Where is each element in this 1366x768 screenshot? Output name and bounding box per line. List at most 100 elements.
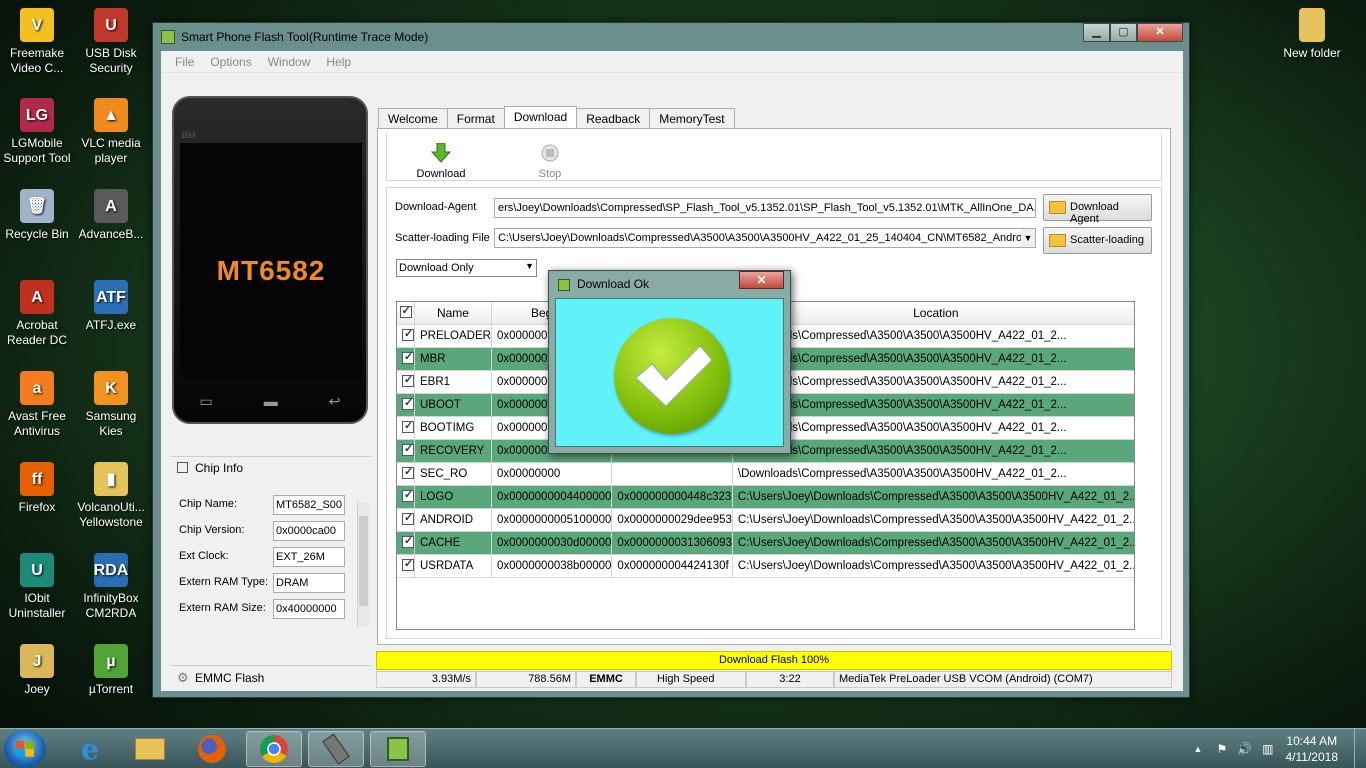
desktop-icon[interactable]: RDA InfinityBox CM2RDA	[73, 553, 149, 621]
menu-window[interactable]: Window	[260, 51, 319, 72]
taskbar-phone-tool[interactable]	[308, 731, 364, 767]
table-row[interactable]: CACHE0x0000000030d000000x000000003130609…	[397, 531, 1134, 555]
desktop-icon-label: USB Disk Security	[85, 46, 137, 75]
chip-version-value[interactable]: 0x0000ca00	[273, 521, 345, 541]
row-checkbox[interactable]	[397, 370, 415, 394]
minimize-button[interactable]: ▁	[1083, 23, 1110, 42]
download-mode-select[interactable]: Download Only ▼	[396, 259, 537, 277]
window-title: Smart Phone Flash Tool(Runtime Trace Mod…	[181, 30, 429, 44]
close-button[interactable]: ✕	[1137, 23, 1183, 42]
scrollbar-thumb[interactable]	[359, 516, 368, 606]
cell-name: BOOTIMG	[414, 416, 492, 440]
clock[interactable]: 10:44 AM 4/11/2018	[1286, 733, 1339, 765]
desktop-icon[interactable]: U USB Disk Security	[73, 8, 149, 76]
desktop-icon-label: µTorrent	[88, 682, 134, 696]
cell-loc: \Downloads\Compressed\A3500\A3500\A3500H…	[732, 370, 1134, 394]
tab-memorytest[interactable]: MemoryTest	[649, 108, 735, 129]
desktop-icon[interactable]: ▮ VolcanoUti... Yellowstone	[73, 462, 149, 530]
menu-file[interactable]: File	[167, 51, 202, 72]
column-header-location[interactable]: Location	[732, 302, 1134, 325]
chip-name-value[interactable]: MT6582_S00	[273, 495, 345, 515]
desktop-icon[interactable]: J Joey	[0, 644, 75, 697]
row-checkbox[interactable]	[397, 439, 415, 463]
dialog-body	[555, 298, 784, 447]
tab-welcome[interactable]: Welcome	[378, 108, 448, 129]
cell-begin: 0x0000000005100000	[491, 508, 613, 532]
network-icon[interactable]: ▥	[1262, 742, 1273, 756]
vlc-icon: ▲	[94, 98, 128, 132]
table-row[interactable]: ANDROID0x00000000051000000x0000000029dee…	[397, 508, 1134, 532]
window-titlebar[interactable]: Smart Phone Flash Tool(Runtime Trace Mod…	[153, 23, 1189, 51]
desktop-icon[interactable]: ff Firefox	[0, 462, 75, 515]
column-header-name[interactable]: Name	[414, 302, 492, 325]
chip-version-row: Chip Version: 0x0000ca00	[179, 521, 359, 541]
start-button[interactable]	[4, 730, 46, 768]
table-row[interactable]: SEC_RO0x00000000 \Downloads\Compressed\A3…	[397, 462, 1134, 486]
desktop-icon[interactable]: U IObit Uninstaller	[0, 553, 75, 621]
cell-begin: 0x0000000038b00000	[491, 554, 613, 578]
scatter-path[interactable]: C:\Users\Joey\Downloads\Compressed\A3500…	[494, 228, 1036, 248]
taskbar-file-explorer[interactable]	[122, 731, 178, 767]
action-center-icon[interactable]: ⚑	[1216, 742, 1227, 756]
select-all-checkbox[interactable]	[397, 302, 415, 325]
utorrent-icon: µ	[94, 644, 128, 678]
dialog-title: Download Ok	[577, 277, 650, 291]
chip-info-header[interactable]: Chip Info	[171, 457, 371, 479]
desktop-icon[interactable]: a Avast Free Antivirus	[0, 371, 75, 439]
row-checkbox[interactable]	[397, 393, 415, 417]
tab-readback[interactable]: Readback	[576, 108, 651, 129]
desktop-icon[interactable]: K Samsung Kies	[73, 371, 149, 439]
ram-size-value[interactable]: 0x40000000	[273, 599, 345, 619]
menu-help[interactable]: Help	[318, 51, 359, 72]
show-desktop-button[interactable]	[1354, 729, 1366, 768]
ram-type-value[interactable]: DRAM	[273, 573, 345, 593]
download-tool-button[interactable]: Download	[409, 142, 473, 180]
desktop-icon[interactable]: ▲ VLC media player	[73, 98, 149, 166]
row-checkbox[interactable]	[397, 347, 415, 371]
row-checkbox[interactable]	[397, 554, 415, 578]
table-row[interactable]: LOGO0x00000000044000000x000000000448c323…	[397, 485, 1134, 509]
row-checkbox[interactable]	[397, 462, 415, 486]
row-checkbox[interactable]	[397, 485, 415, 509]
row-checkbox[interactable]	[397, 531, 415, 555]
stop-tool-label: Stop	[538, 168, 562, 180]
emmc-flash-header[interactable]: ⚙ EMMC Flash	[171, 665, 371, 687]
desktop-icon-label: VLC media player	[81, 136, 141, 165]
desktop-icon-new-folder[interactable]: New folder	[1274, 8, 1350, 61]
stop-tool-button[interactable]: Stop	[525, 143, 575, 180]
volume-icon[interactable]: 🔊	[1237, 742, 1252, 756]
chevron-down-icon[interactable]: ▼	[1021, 229, 1035, 247]
row-checkbox[interactable]	[397, 324, 415, 348]
scatter-loading-button[interactable]: Scatter-loading	[1043, 227, 1152, 254]
desktop-icon[interactable]: µ µTorrent	[73, 644, 149, 697]
menu-options[interactable]: Options	[202, 51, 259, 72]
download-agent-button[interactable]: Download Agent	[1043, 194, 1152, 225]
cell-loc: C:\Users\Joey\Downloads\Compressed\A3500…	[732, 508, 1134, 532]
desktop-icon[interactable]: LG LGMobile Support Tool	[0, 98, 75, 166]
chip-info-icon	[177, 462, 188, 473]
chip-info-scrollbar[interactable]	[357, 502, 369, 627]
download-agent-path[interactable]: ers\Joey\Downloads\Compressed\SP_Flash_T…	[494, 198, 1036, 218]
table-row[interactable]: USRDATA0x0000000038b000000x0000000044241…	[397, 554, 1134, 578]
taskbar-internet-explorer[interactable]: e	[62, 731, 118, 767]
ram-type-label: Extern RAM Type:	[179, 576, 269, 588]
maximize-button[interactable]: ▢	[1110, 23, 1137, 42]
desktop-icon[interactable]: A AdvanceB...	[73, 189, 149, 242]
row-checkbox[interactable]	[397, 508, 415, 532]
taskbar-flash-tool[interactable]	[370, 731, 426, 767]
tab-format[interactable]: Format	[446, 108, 505, 129]
row-checkbox[interactable]	[397, 416, 415, 440]
phone-nav-keys: ▭ ▬ ↩	[174, 393, 366, 410]
desktop-icon[interactable]: V Freemake Video C...	[0, 8, 75, 76]
show-hidden-icons-icon[interactable]: ▲	[1194, 744, 1203, 754]
desktop-icon[interactable]: 🗑 Recycle Bin	[0, 189, 75, 242]
taskbar-firefox[interactable]	[184, 731, 240, 767]
ext-clock-value[interactable]: EXT_26M	[273, 547, 345, 567]
desktop-icon[interactable]: A Acrobat Reader DC	[0, 280, 75, 348]
tab-download[interactable]: Download	[503, 106, 578, 129]
checkbox-icon	[402, 327, 414, 341]
taskbar-chrome[interactable]	[246, 731, 302, 767]
desktop-icon[interactable]: ATF ATFJ.exe	[73, 280, 149, 333]
dialog-close-button[interactable]: ✕	[739, 271, 784, 289]
folder-icon	[1049, 201, 1066, 214]
